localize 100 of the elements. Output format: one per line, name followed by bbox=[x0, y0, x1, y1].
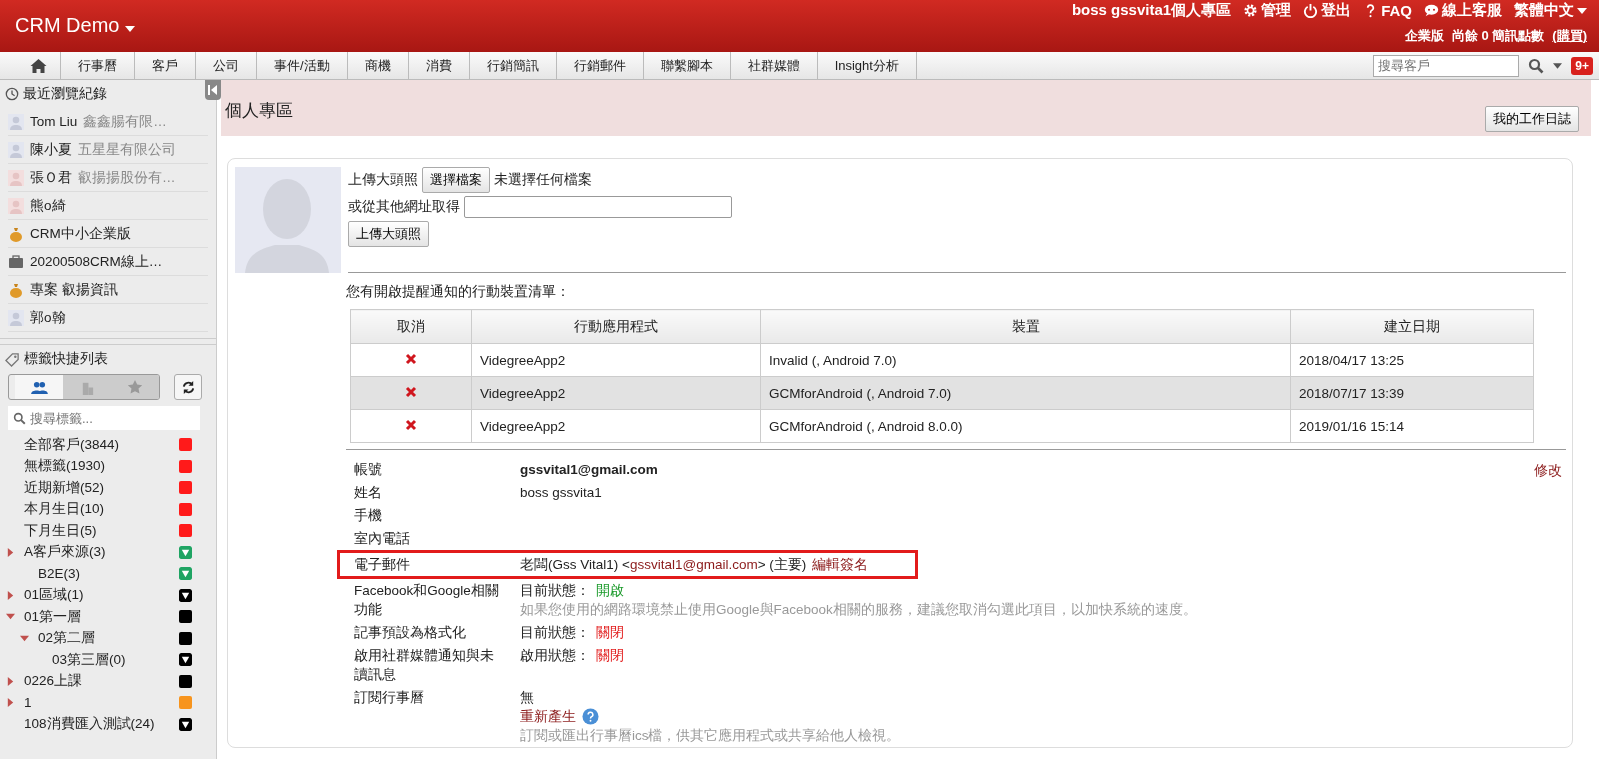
tag-item[interactable]: 近期新增(52) bbox=[24, 478, 104, 497]
edit-link[interactable]: 修改 bbox=[1534, 462, 1562, 480]
field-label: 室內電話 bbox=[354, 530, 411, 548]
tag-item[interactable]: 01區域(1) bbox=[24, 586, 84, 605]
nav-tab[interactable]: 行銷郵件 bbox=[556, 52, 644, 79]
recent-item[interactable]: 陳小夏 五星星有限公司 bbox=[8, 136, 208, 164]
tag-item[interactable]: 01第一層 bbox=[24, 607, 82, 626]
column-header: 行動應用程式 bbox=[471, 309, 761, 344]
tag-item[interactable]: 0226上課 bbox=[24, 672, 83, 691]
column-header: 建立日期 bbox=[1290, 309, 1534, 344]
search-field[interactable]: 搜尋客戶 bbox=[1373, 54, 1520, 77]
money-bag-icon bbox=[8, 281, 24, 298]
choose-file-button[interactable]: 選擇檔案 bbox=[422, 167, 490, 193]
device-list-heading: 您有開啟提醒通知的行動裝置清單： bbox=[346, 283, 571, 301]
tag-item[interactable]: 全部客戶(3844) bbox=[24, 435, 120, 454]
tag-item[interactable]: 1 bbox=[24, 695, 32, 711]
field-label: 電子郵件 bbox=[354, 556, 411, 574]
collapse-handle[interactable] bbox=[205, 80, 221, 100]
work-log-button[interactable]: 我的工作日誌 bbox=[1485, 106, 1579, 132]
user-link[interactable]: boss gssvita1個人專區 bbox=[1071, 1, 1232, 20]
delete-icon[interactable] bbox=[405, 385, 417, 398]
page-title: 個人專區 bbox=[225, 100, 293, 122]
header-link[interactable]: 登出 bbox=[1303, 1, 1352, 20]
column-header: 取消 bbox=[350, 309, 472, 344]
status-toggle[interactable]: 關閉 bbox=[596, 648, 624, 663]
tag-item[interactable]: 無標籤(1930) bbox=[24, 457, 106, 476]
search-icon[interactable] bbox=[1528, 57, 1545, 74]
settings-icon bbox=[1243, 3, 1259, 18]
file-status: 未選擇任何檔案 bbox=[494, 171, 592, 189]
star-tab[interactable] bbox=[111, 375, 159, 399]
star-icon bbox=[127, 379, 143, 395]
edition-label: 企業版 bbox=[1404, 27, 1444, 45]
recent-item[interactable]: 專案 叡揚資訊 bbox=[8, 276, 208, 304]
url-field[interactable] bbox=[464, 196, 732, 218]
tag-item[interactable]: 03第三層(0) bbox=[52, 650, 126, 669]
nav-tab[interactable]: Insight分析 bbox=[817, 52, 917, 79]
refresh-button[interactable] bbox=[174, 374, 202, 400]
hint-text: 訂閱或匯出行事曆ics檔，供其它應用程式或共享給他人檢視。 bbox=[520, 727, 901, 745]
nav-tab[interactable]: 行事曆 bbox=[61, 52, 135, 79]
expand-arrow-icon[interactable] bbox=[20, 633, 29, 643]
table-cell: VidegreeApp2 bbox=[471, 343, 761, 377]
expand-arrow-icon[interactable] bbox=[6, 698, 15, 707]
avatar-icon bbox=[8, 197, 24, 214]
tag-item[interactable]: B2E(3) bbox=[38, 566, 81, 582]
buy-link[interactable]: (購買) bbox=[1552, 27, 1587, 45]
nav-tab[interactable]: 聯繫腳本 bbox=[643, 52, 731, 79]
tag-item[interactable]: 下月生日(5) bbox=[24, 521, 97, 540]
status-label: 目前狀態： bbox=[520, 625, 590, 640]
nav-tab[interactable]: 客戶 bbox=[135, 52, 196, 79]
tag-search-field[interactable]: 搜尋標籤... bbox=[8, 406, 200, 430]
resize-handle[interactable] bbox=[0, 338, 216, 345]
email-value: 老闆(Gss Vital1) <gssvital1@gmail.com> (主要) bbox=[520, 556, 807, 574]
caret-icon bbox=[1577, 7, 1587, 14]
header-link[interactable]: 線上客服 bbox=[1424, 1, 1502, 20]
upload-button[interactable]: 上傳大頭照 bbox=[348, 221, 429, 247]
help-icon[interactable] bbox=[582, 708, 599, 725]
recent-item[interactable]: 郭o翰 bbox=[8, 304, 208, 332]
recent-item[interactable]: CRM中小企業版 bbox=[8, 220, 208, 248]
header-link[interactable]: FAQ bbox=[1363, 1, 1412, 20]
caret-icon[interactable] bbox=[1553, 62, 1563, 69]
briefcase-icon bbox=[8, 253, 24, 270]
expand-arrow-icon[interactable] bbox=[6, 590, 15, 600]
header-link[interactable]: 管理 bbox=[1243, 1, 1292, 20]
field-label: 帳號 bbox=[354, 461, 383, 479]
sms-balance: 尚餘 0 簡訊點數 bbox=[1451, 27, 1545, 45]
people-tab[interactable] bbox=[15, 375, 63, 399]
table-cell: VidegreeApp2 bbox=[471, 409, 761, 443]
table-cell: GCMforAndroid (, Android 8.0.0) bbox=[760, 409, 1291, 443]
nav-tab[interactable]: 公司 bbox=[196, 52, 257, 79]
nav-tab[interactable]: 事件/活動 bbox=[257, 52, 348, 79]
nav-tab[interactable]: 社群媒體 bbox=[730, 52, 818, 79]
nav-tab[interactable]: 行銷簡訊 bbox=[469, 52, 557, 79]
status-toggle[interactable]: 開啟 bbox=[596, 583, 624, 598]
recent-item[interactable]: 20200508CRM線上… bbox=[8, 248, 208, 276]
expand-arrow-icon[interactable] bbox=[6, 676, 15, 686]
notification-badge[interactable]: 9+ bbox=[1571, 56, 1593, 75]
field-label: 或從其他網址取得 bbox=[348, 198, 460, 216]
language-menu[interactable]: 繁體中文 bbox=[1514, 1, 1587, 20]
home-icon bbox=[29, 57, 47, 74]
recent-item[interactable]: 熊o綺 bbox=[8, 192, 208, 220]
recent-item[interactable]: Tom Liu 鑫鑫腸有限… bbox=[8, 108, 208, 136]
nav-tab[interactable]: 消費 bbox=[408, 52, 470, 79]
tag-item[interactable]: A客戶來源(3) bbox=[24, 543, 106, 562]
edit-signature-link[interactable]: 編輯簽名 bbox=[812, 555, 869, 574]
regenerate-link[interactable]: 重新產生 bbox=[520, 707, 576, 726]
tag-item[interactable]: 本月生日(10) bbox=[24, 500, 104, 519]
avatar-icon bbox=[8, 169, 24, 186]
delete-icon[interactable] bbox=[405, 418, 417, 431]
money-bag-icon bbox=[8, 225, 24, 242]
expand-arrow-icon[interactable] bbox=[6, 612, 15, 621]
delete-icon[interactable] bbox=[405, 352, 417, 365]
recent-item[interactable]: 張Ｏ君 叡揚揚股份有… bbox=[8, 164, 208, 192]
brand-menu[interactable]: CRM Demo bbox=[15, 0, 135, 52]
nav-tab[interactable]: 商機 bbox=[347, 52, 409, 79]
status-toggle[interactable]: 關閉 bbox=[596, 625, 624, 640]
expand-arrow-icon[interactable] bbox=[6, 547, 15, 557]
tag-item[interactable]: 02第二層 bbox=[38, 629, 96, 648]
tag-item[interactable]: 108消費匯入測試(24) bbox=[24, 715, 155, 734]
table-cell: GCMforAndroid (, Android 7.0) bbox=[760, 376, 1291, 410]
avatar-icon bbox=[8, 141, 24, 158]
